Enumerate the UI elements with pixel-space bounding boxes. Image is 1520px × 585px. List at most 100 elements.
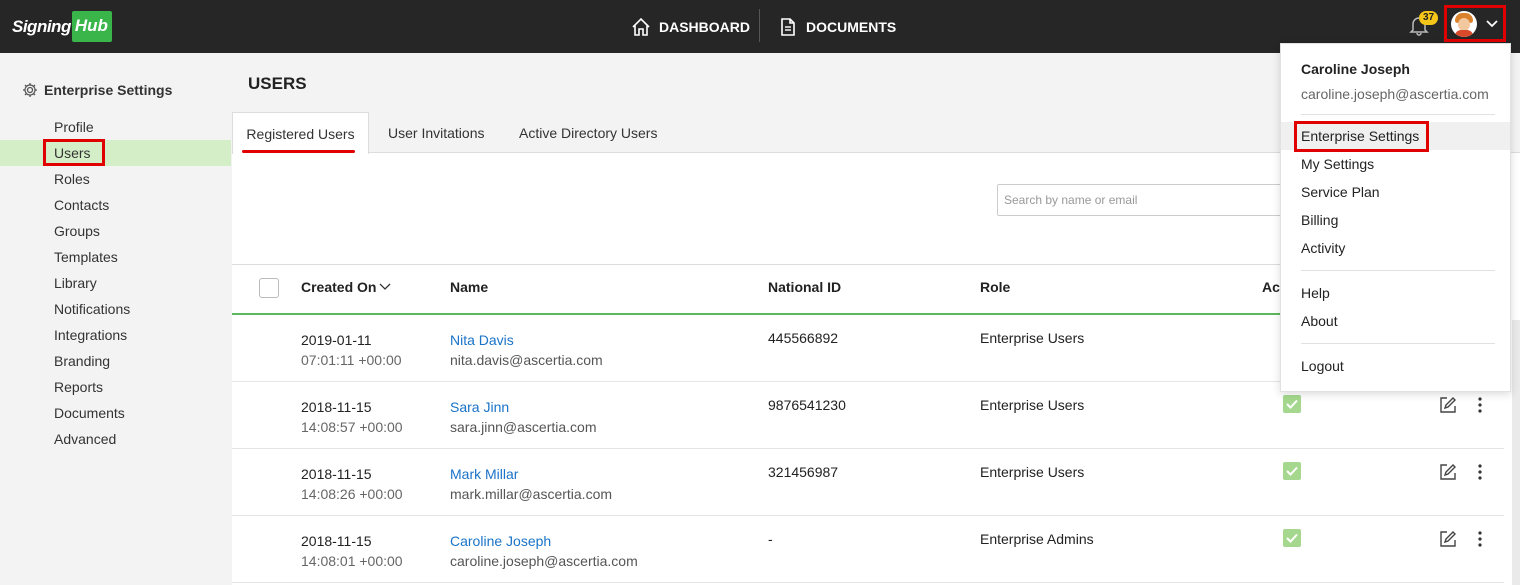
- active-check-icon[interactable]: [1283, 529, 1301, 547]
- national-id-cell: 9876541230: [768, 397, 846, 413]
- sidebar-item-groups[interactable]: Groups: [0, 218, 231, 244]
- sort-chevron-icon: [380, 283, 391, 290]
- scrollbar[interactable]: [1512, 320, 1520, 585]
- enterprise-settings-highlight-box: [1294, 121, 1429, 152]
- column-role[interactable]: Role: [980, 279, 1010, 295]
- logo-text-part1: Signing: [12, 16, 71, 36]
- edit-icon[interactable]: [1439, 530, 1457, 551]
- user-email: nita.davis@ascertia.com: [450, 352, 603, 368]
- more-options-icon[interactable]: [1477, 531, 1483, 550]
- table-row[interactable]: 2018-11-15 14:08:57 +00:00 Sara Jinn sara.…: [232, 382, 1504, 449]
- user-name-link[interactable]: Sara Jinn: [450, 397, 597, 417]
- active-check-icon[interactable]: [1283, 395, 1301, 413]
- nav-documents[interactable]: DOCUMENTS: [778, 0, 896, 53]
- search-input[interactable]: Search by name or email: [997, 184, 1297, 216]
- menu-user-name: Caroline Joseph: [1301, 61, 1410, 77]
- name-cell: Nita Davis nita.davis@ascertia.com: [450, 330, 603, 370]
- column-name[interactable]: Name: [450, 279, 488, 295]
- user-name-link[interactable]: Caroline Joseph: [450, 531, 638, 551]
- edit-icon[interactable]: [1439, 463, 1457, 484]
- sidebar-title: Enterprise Settings: [22, 82, 172, 98]
- notification-count-badge: 37: [1419, 11, 1439, 25]
- active-check-icon[interactable]: [1283, 462, 1301, 480]
- chevron-down-icon: [1486, 19, 1498, 27]
- menu-item-about[interactable]: About: [1281, 307, 1510, 335]
- menu-divider: [1301, 114, 1495, 115]
- name-cell: Mark Millar mark.millar@ascertia.com: [450, 464, 612, 504]
- column-created-on[interactable]: Created On: [301, 279, 391, 295]
- national-id-cell: 445566892: [768, 330, 839, 346]
- user-menu-toggle[interactable]: [1444, 5, 1506, 42]
- more-options-icon[interactable]: [1477, 397, 1483, 416]
- sidebar-item-profile[interactable]: Profile: [0, 114, 231, 140]
- user-email: caroline.joseph@ascertia.com: [450, 553, 638, 569]
- column-created-on-label: Created On: [301, 279, 377, 295]
- created-time: 14:08:01 +00:00: [301, 553, 403, 569]
- nav-dashboard[interactable]: DASHBOARD: [631, 0, 750, 53]
- user-name-link[interactable]: Mark Millar: [450, 464, 612, 484]
- logo-text-part2: Hub: [71, 11, 112, 42]
- created-date: 2018-11-15: [301, 399, 372, 415]
- created-date: 2019-01-11: [301, 332, 372, 348]
- nav-dashboard-label: DASHBOARD: [659, 18, 750, 35]
- user-dropdown-menu: Caroline Joseph caroline.joseph@ascertia…: [1280, 43, 1511, 392]
- table-row[interactable]: 2018-11-15 14:08:26 +00:00 Mark Millar mar…: [232, 449, 1504, 516]
- sidebar-item-integrations[interactable]: Integrations: [0, 322, 231, 348]
- sidebar-item-users[interactable]: Users: [0, 140, 231, 166]
- tab-user-invitations[interactable]: User Invitations: [388, 112, 484, 154]
- nav-documents-label: DOCUMENTS: [806, 18, 897, 35]
- created-time: 14:08:26 +00:00: [301, 486, 403, 502]
- sidebar-item-advanced[interactable]: Advanced: [0, 426, 231, 452]
- menu-item-my-settings[interactable]: My Settings: [1281, 150, 1510, 178]
- role-cell: Enterprise Admins: [980, 531, 1094, 547]
- users-highlight-box: [43, 139, 105, 166]
- menu-item-logout[interactable]: Logout: [1281, 352, 1510, 380]
- tab-active-directory-users[interactable]: Active Directory Users: [519, 112, 657, 154]
- created-on-cell: 2018-11-15 14:08:01 +00:00: [301, 531, 403, 571]
- sidebar-item-templates[interactable]: Templates: [0, 244, 231, 270]
- column-national-id[interactable]: National ID: [768, 279, 841, 295]
- menu-item-help[interactable]: Help: [1281, 279, 1510, 307]
- created-on-cell: 2018-11-15 14:08:26 +00:00: [301, 464, 403, 504]
- created-on-cell: 2018-11-15 14:08:57 +00:00: [301, 397, 403, 437]
- created-on-cell: 2019-01-11 07:01:11 +00:00: [301, 330, 402, 370]
- nav-divider: [759, 9, 760, 42]
- user-name-link[interactable]: Nita Davis: [450, 330, 603, 350]
- gear-icon: [23, 83, 37, 97]
- sidebar-item-branding[interactable]: Branding: [0, 348, 231, 374]
- role-cell: Enterprise Users: [980, 397, 1085, 413]
- user-email: mark.millar@ascertia.com: [450, 486, 613, 502]
- sidebar-item-reports[interactable]: Reports: [0, 374, 231, 400]
- sidebar-item-documents[interactable]: Documents: [0, 400, 231, 426]
- signinghub-logo[interactable]: Signing Hub: [12, 10, 112, 43]
- sidebar-item-contacts[interactable]: Contacts: [0, 192, 231, 218]
- edit-icon[interactable]: [1439, 396, 1457, 417]
- document-icon: [781, 17, 795, 36]
- sidebar: Enterprise Settings Profile Users Roles …: [0, 53, 231, 585]
- name-cell: Sara Jinn sara.jinn@ascertia.com: [450, 397, 597, 437]
- tab-registered-users[interactable]: Registered Users: [232, 112, 369, 154]
- national-id-cell: -: [768, 531, 773, 547]
- more-options-icon[interactable]: [1477, 464, 1483, 483]
- table-row[interactable]: 2018-11-15 14:08:01 +00:00 Caroline Josep…: [232, 516, 1504, 583]
- user-email: sara.jinn@ascertia.com: [450, 419, 597, 435]
- select-all-checkbox[interactable]: [259, 278, 279, 298]
- national-id-cell: 321456987: [768, 464, 839, 480]
- active-tab-underline: [242, 150, 355, 153]
- created-date: 2018-11-15: [301, 533, 372, 549]
- created-time: 14:08:57 +00:00: [301, 419, 403, 435]
- sidebar-item-roles[interactable]: Roles: [0, 166, 231, 192]
- created-time: 07:01:11 +00:00: [301, 352, 402, 368]
- avatar: [1451, 10, 1477, 37]
- menu-item-service-plan[interactable]: Service Plan: [1281, 178, 1510, 206]
- sidebar-item-library[interactable]: Library: [0, 270, 231, 296]
- menu-item-activity[interactable]: Activity: [1281, 234, 1510, 262]
- menu-item-billing[interactable]: Billing: [1281, 206, 1510, 234]
- menu-user-email: caroline.joseph@ascertia.com: [1301, 86, 1489, 102]
- menu-divider: [1301, 343, 1495, 344]
- sidebar-title-label: Enterprise Settings: [44, 82, 173, 98]
- sidebar-item-notifications[interactable]: Notifications: [0, 296, 231, 322]
- created-date: 2018-11-15: [301, 466, 372, 482]
- menu-divider: [1301, 270, 1495, 271]
- name-cell: Caroline Joseph caroline.joseph@ascertia.…: [450, 531, 638, 571]
